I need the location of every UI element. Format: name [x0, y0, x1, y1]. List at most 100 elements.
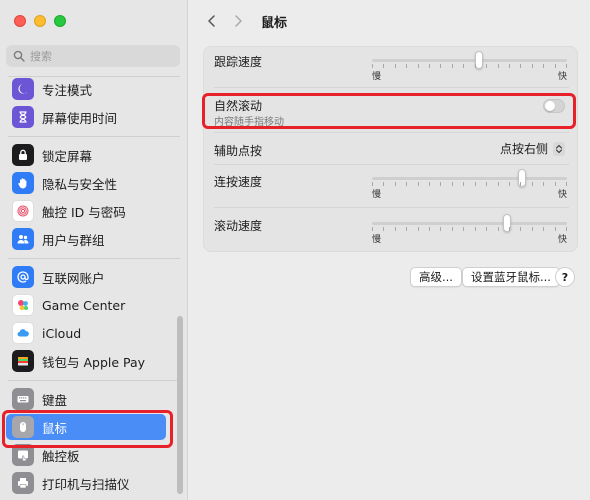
- sidebar-item-privacy[interactable]: 隐私与安全性: [6, 170, 166, 196]
- sidebar-item-label: 打印机与扫描仪: [42, 476, 130, 492]
- tracking-speed-label: 跟踪速度: [214, 55, 263, 69]
- slider-tick: [498, 227, 499, 231]
- lock-icon: [12, 144, 34, 166]
- slider-min-label: 慢: [372, 235, 382, 245]
- slider-tick: [509, 182, 510, 186]
- slider-tick: [372, 64, 373, 68]
- slider-tick: [452, 227, 453, 231]
- zoom-window-button[interactable]: [54, 15, 66, 27]
- chevron-left-icon: [208, 15, 215, 27]
- sidebar-item-printers[interactable]: 打印机与扫描仪: [6, 470, 166, 496]
- game-center-icon: [12, 294, 34, 316]
- sidebar-item-label: 钱包与 Apple Pay: [42, 354, 146, 370]
- secondary-click-label: 辅助点按: [214, 144, 263, 158]
- sidebar-item-internet-accounts[interactable]: 互联网账户: [6, 264, 166, 290]
- sidebar-item-touch-id[interactable]: 触控 ID 与密码: [6, 198, 166, 224]
- slider-tick: [509, 64, 510, 68]
- slider-min-label: 慢: [372, 190, 382, 200]
- slider-tick: [520, 64, 521, 68]
- slider-tick: [475, 64, 476, 68]
- secondary-click-select[interactable]: 点按右侧: [500, 140, 565, 157]
- slider-tick: [395, 182, 396, 186]
- slider-track: [372, 222, 567, 225]
- slider-tick: [406, 227, 407, 231]
- slider-tick: [429, 182, 430, 186]
- row-divider: [214, 87, 569, 88]
- slider-tick: [418, 182, 419, 186]
- slider-tick: [383, 64, 384, 68]
- hourglass-icon: [12, 106, 34, 128]
- wallet-icon: [12, 350, 34, 372]
- search-field[interactable]: [6, 45, 180, 67]
- slider-max-label: 快: [557, 235, 567, 245]
- slider-tick: [383, 227, 384, 231]
- sidebar-item-users[interactable]: 用户与群组: [6, 226, 166, 252]
- minimize-window-button[interactable]: [34, 15, 46, 27]
- highlight-box-natural-scroll: [202, 93, 576, 129]
- slider-tick: [532, 64, 533, 68]
- slider-max-label: 快: [557, 72, 567, 82]
- sidebar-item-screen-time[interactable]: 屏幕使用时间: [6, 104, 166, 130]
- sidebar-item-label: 专注模式: [42, 82, 93, 98]
- sidebar-item-label: 触控板: [42, 448, 80, 464]
- window-controls: [14, 15, 66, 27]
- slider-tick: [395, 64, 396, 68]
- slider-tick: [395, 227, 396, 231]
- printer-icon: [12, 472, 34, 494]
- sidebar-item-keyboard[interactable]: 键盘: [6, 386, 166, 412]
- page-title: 鼠标: [261, 15, 288, 31]
- slider-knob[interactable]: [475, 51, 483, 69]
- sidebar-item-wallet[interactable]: 钱包与 Apple Pay: [6, 348, 166, 374]
- slider-tick: [372, 182, 373, 186]
- chevron-right-icon: [235, 15, 242, 27]
- row-divider: [214, 132, 569, 133]
- slider-tick: [566, 182, 567, 186]
- slider-tick: [486, 182, 487, 186]
- slider-min-label: 慢: [372, 72, 382, 82]
- slider-tick: [555, 227, 556, 231]
- forward-button[interactable]: [227, 10, 249, 32]
- double-click-speed-slider[interactable]: 慢 快: [372, 164, 567, 200]
- main-pane: 鼠标 跟踪速度 慢 快 自然滚动 内容随手指移动 辅助点按 点按右侧 连按速度 …: [189, 0, 590, 500]
- slider-tick: [498, 64, 499, 68]
- advanced-button[interactable]: 高级...: [410, 267, 462, 287]
- keyboard-icon: [12, 388, 34, 410]
- slider-tick: [418, 64, 419, 68]
- slider-tick: [406, 64, 407, 68]
- settings-window: 专注模式 屏幕使用时间 锁定屏幕 隐私与安全性 触控 ID 与密: [0, 0, 590, 500]
- slider-tick: [555, 182, 556, 186]
- slider-max-label: 快: [557, 190, 567, 200]
- sidebar-scrollbar[interactable]: [177, 316, 183, 494]
- help-button[interactable]: ?: [555, 267, 575, 287]
- mouse-settings-panel: 跟踪速度 慢 快 自然滚动 内容随手指移动 辅助点按 点按右侧 连按速度 慢 快…: [203, 46, 578, 252]
- sidebar-item-game-center[interactable]: Game Center: [6, 292, 166, 318]
- row-divider: [214, 207, 569, 208]
- tracking-speed-slider[interactable]: 慢 快: [372, 46, 567, 82]
- sidebar-item-label: 用户与群组: [42, 232, 105, 248]
- slider-tick: [543, 64, 544, 68]
- close-window-button[interactable]: [14, 15, 26, 27]
- chevron-updown-icon: [553, 141, 565, 156]
- slider-tick: [566, 64, 567, 68]
- search-input[interactable]: [30, 49, 170, 63]
- slider-tick: [475, 227, 476, 231]
- slider-tick: [406, 182, 407, 186]
- sidebar-item-lock-screen[interactable]: 锁定屏幕: [6, 142, 166, 168]
- setup-bluetooth-mouse-button[interactable]: 设置蓝牙鼠标...: [462, 267, 560, 287]
- sidebar-item-label: Game Center: [42, 297, 126, 313]
- search-icon: [13, 50, 25, 62]
- slider-tick: [498, 182, 499, 186]
- scroll-speed-slider[interactable]: 慢 快: [372, 209, 567, 245]
- slider-tick: [440, 227, 441, 231]
- slider-tick: [440, 182, 441, 186]
- back-button[interactable]: [201, 10, 223, 32]
- slider-tick: [532, 182, 533, 186]
- secondary-click-value: 点按右侧: [499, 142, 548, 156]
- sidebar-divider: [8, 380, 180, 381]
- at-icon: [12, 266, 34, 288]
- sidebar-item-focus[interactable]: 专注模式: [6, 76, 166, 102]
- sidebar-item-icloud[interactable]: iCloud: [6, 320, 166, 346]
- cloud-icon: [12, 322, 34, 344]
- hand-icon: [12, 172, 34, 194]
- sidebar-divider: [8, 258, 180, 259]
